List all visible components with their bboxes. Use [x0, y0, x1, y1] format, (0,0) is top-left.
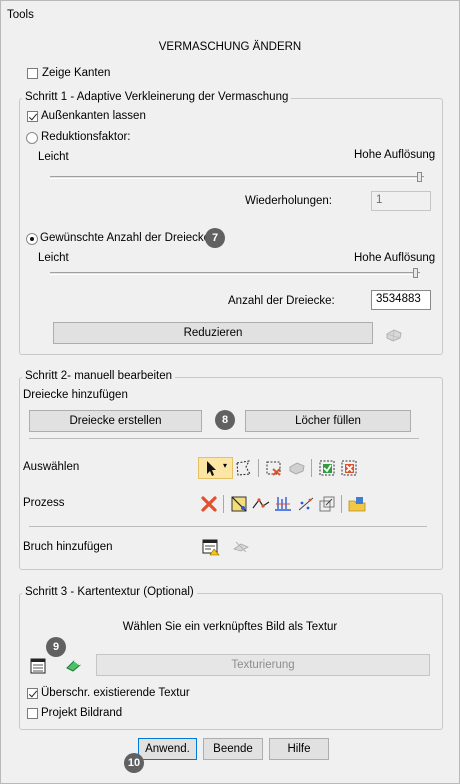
slider1-track[interactable] [50, 176, 424, 179]
finish-button[interactable]: Beende [203, 738, 263, 760]
desired-triangles-radio[interactable] [26, 233, 38, 245]
step2-legend: Schritt 2- manuell bearbeiten [22, 370, 176, 382]
help-button[interactable]: Hilfe [269, 738, 329, 760]
step3-legend: Schritt 3 - Kartentextur (Optional) [22, 586, 197, 598]
pointer-select-icon[interactable] [201, 458, 221, 478]
reduction-factor-label: Reduktionsfaktor: [41, 131, 131, 143]
mesh-selection-icon[interactable] [287, 458, 307, 478]
lasso-select-icon[interactable] [234, 458, 254, 478]
create-triangles-button[interactable]: Dreiecke erstellen [29, 410, 202, 432]
project-border-checkbox[interactable] [27, 708, 38, 719]
eraser-icon[interactable] [64, 655, 84, 675]
slider1-thumb[interactable] [417, 172, 422, 182]
step1-legend: Schritt 1 - Adaptive Verkleinerung der V… [22, 91, 292, 103]
remove-selection-icon[interactable] [264, 458, 284, 478]
badge-7: 7 [205, 228, 225, 248]
slider2-left-label: Leicht [38, 252, 69, 264]
export-folder-icon[interactable] [347, 494, 367, 514]
desired-triangles-label: Gewünschte Anzahl der Dreiecke [40, 232, 211, 244]
chevron-down-icon[interactable]: ▾ [223, 461, 227, 470]
breakline-add-icon[interactable] [201, 537, 221, 557]
overwrite-texture-label: Überschr. existierende Textur [41, 687, 190, 699]
repetitions-label: Wiederholungen: [245, 195, 332, 207]
project-border-label: Projekt Bildrand [41, 707, 123, 719]
badge-10: 10 [124, 753, 144, 773]
keep-outer-edges-checkbox[interactable] [27, 111, 38, 122]
vertical-lines-icon[interactable] [273, 494, 293, 514]
toolbar-separator [341, 495, 342, 513]
reduce-button[interactable]: Reduzieren [53, 322, 373, 344]
page-heading: VERMASCHUNG ÄNDERN [158, 41, 302, 53]
process-label: Prozess [23, 497, 65, 509]
toolbar-separator [223, 495, 224, 513]
insert-vertex-icon[interactable] [251, 494, 271, 514]
texturing-button[interactable]: Texturierung [96, 654, 430, 676]
reduction-factor-radio[interactable] [26, 132, 38, 144]
smooth-points-icon[interactable] [296, 494, 316, 514]
show-edges-label: Zeige Kanten [42, 67, 111, 79]
select-label: Auswählen [23, 461, 80, 473]
delete-x-icon[interactable] [199, 494, 219, 514]
flip-edge-icon[interactable] [229, 494, 249, 514]
step2-divider-top [29, 438, 419, 439]
breakline-edit-icon[interactable] [231, 537, 251, 557]
slider1-left-label: Leicht [38, 151, 69, 163]
slider2-right-label: Hohe Auflösung [354, 252, 436, 264]
triangle-count-label: Anzahl der Dreiecke: [228, 295, 335, 307]
overwrite-texture-checkbox[interactable] [27, 688, 38, 699]
window-title: Tools [7, 9, 34, 21]
apply-button[interactable]: Anwend. [138, 738, 197, 760]
triangle-count-input[interactable]: 3534883 [371, 290, 431, 310]
badge-8: 8 [215, 410, 235, 430]
show-edges-checkbox[interactable] [27, 68, 38, 79]
image-list-icon[interactable] [28, 656, 48, 676]
toolbar-separator [258, 459, 259, 477]
add-triangles-label: Dreiecke hinzufügen [23, 389, 128, 401]
mesh-preview-icon[interactable] [384, 325, 404, 345]
step2-divider-bottom [29, 526, 427, 527]
keep-outer-edges-label: Außenkanten lassen [41, 110, 146, 122]
slider2-thumb[interactable] [413, 268, 418, 278]
slider2-track[interactable] [50, 272, 420, 275]
resize-icon[interactable] [317, 494, 337, 514]
fill-holes-button[interactable]: Löcher füllen [245, 410, 411, 432]
toolbar-separator [311, 459, 312, 477]
badge-9: 9 [46, 637, 66, 657]
add-break-label: Bruch hinzufügen [23, 541, 113, 553]
slider1-right-label: Hohe Auflösung [354, 149, 436, 161]
confirm-selection-icon[interactable] [317, 458, 337, 478]
texture-prompt: Wählen Sie ein verknüpftes Bild als Text… [122, 621, 338, 633]
delete-selection-icon[interactable] [339, 458, 359, 478]
repetitions-input[interactable]: 1 [371, 191, 431, 211]
